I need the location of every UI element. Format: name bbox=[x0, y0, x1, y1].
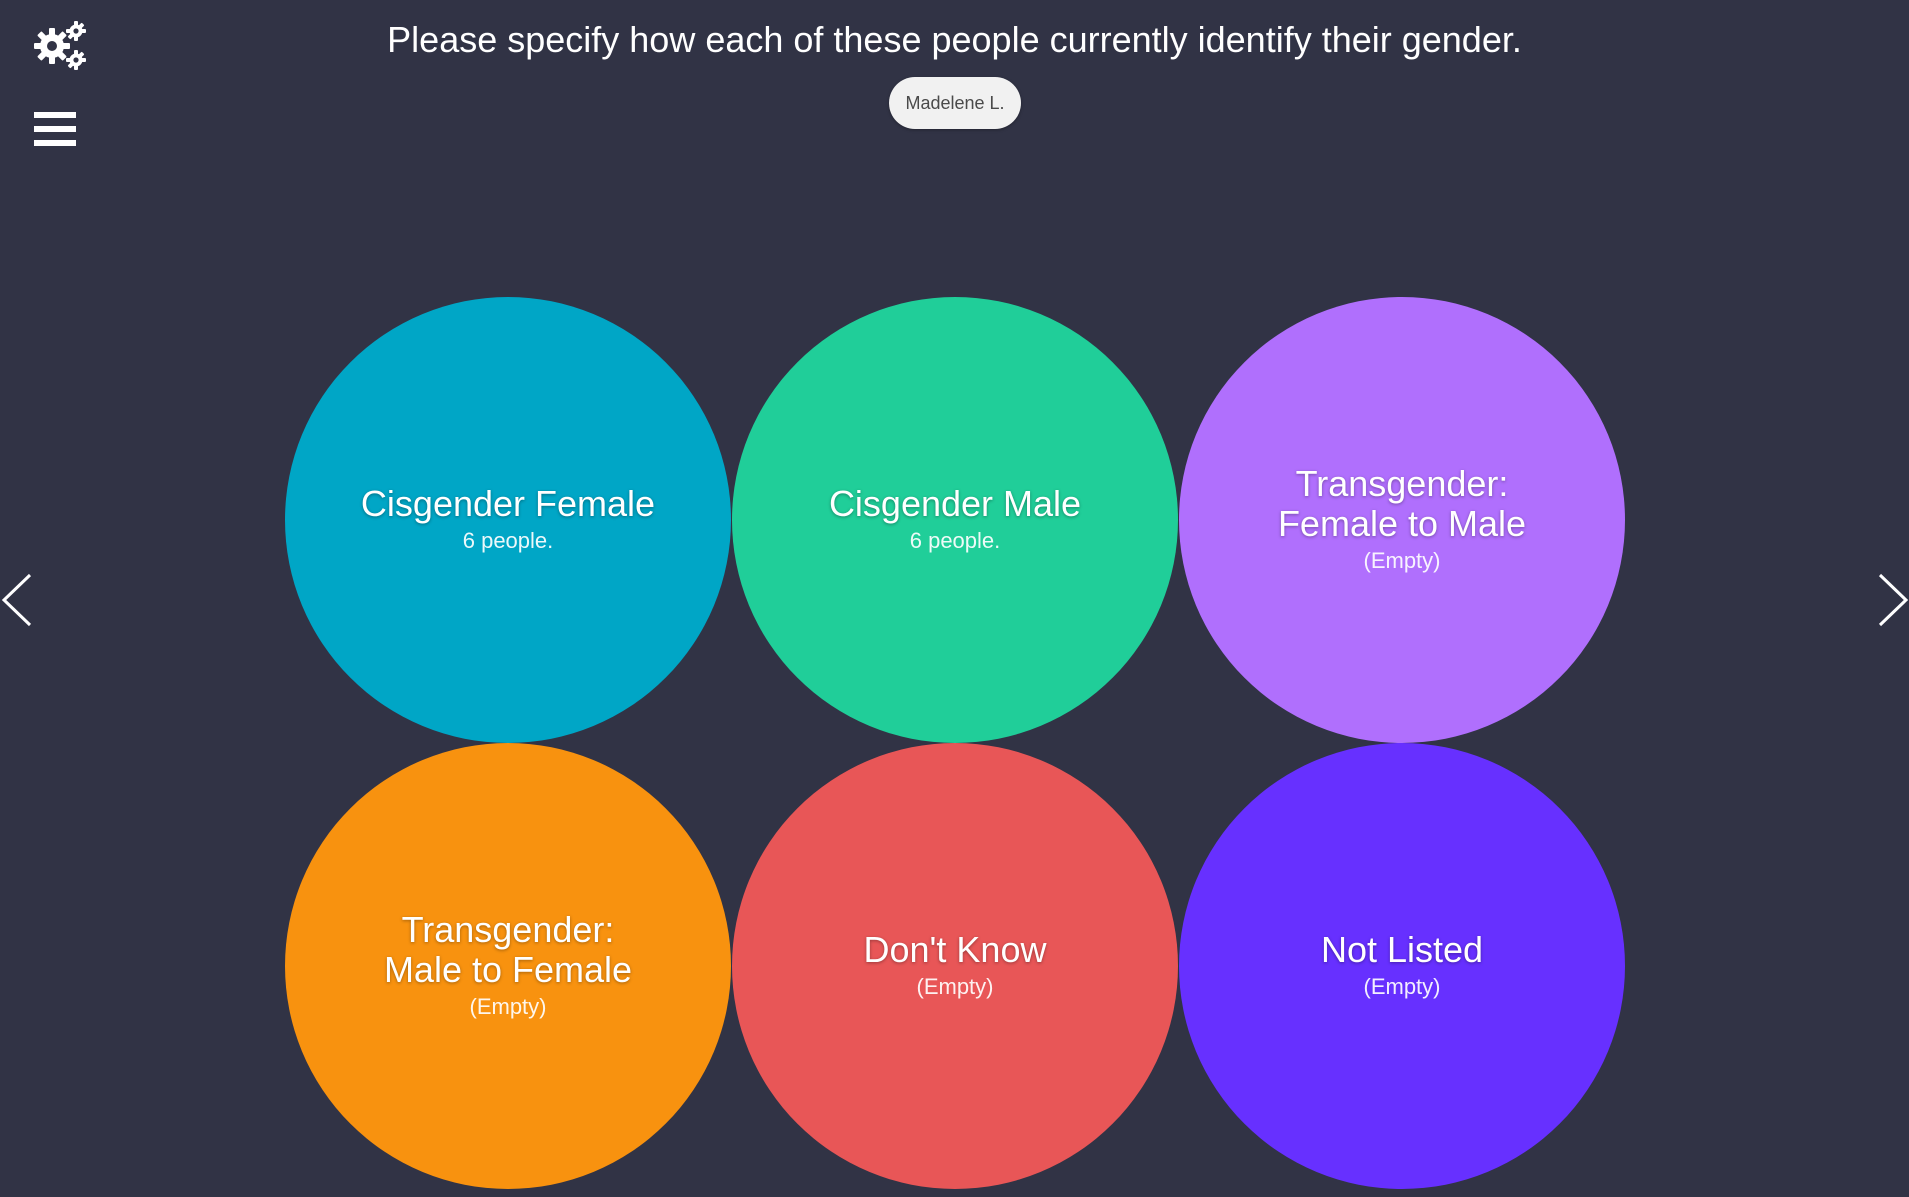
hamburger-menu-icon[interactable] bbox=[34, 110, 76, 148]
category-label: Don't Know bbox=[863, 929, 1047, 970]
person-chip[interactable]: Madelene L. bbox=[889, 77, 1021, 129]
category-count: (Empty) bbox=[916, 974, 994, 999]
category-label: Cisgender Male bbox=[828, 483, 1082, 524]
category-not-listed[interactable]: Not Listed (Empty) bbox=[1179, 743, 1625, 1189]
category-cisgender-female[interactable]: Cisgender Female 6 people. bbox=[285, 297, 731, 743]
chevron-left-icon[interactable] bbox=[0, 570, 40, 630]
category-label: Transgender: Male to Female bbox=[383, 909, 633, 990]
category-count: 6 people. bbox=[462, 528, 554, 553]
category-count: (Empty) bbox=[1363, 974, 1441, 999]
chevron-right-icon[interactable] bbox=[1874, 570, 1909, 630]
category-label: Transgender: Female to Male bbox=[1277, 463, 1527, 544]
category-transgender-male-to-female[interactable]: Transgender: Male to Female (Empty) bbox=[285, 743, 731, 1189]
prompt-title: Please specify how each of these people … bbox=[387, 19, 1522, 60]
category-count: (Empty) bbox=[1363, 548, 1441, 573]
category-count: 6 people. bbox=[909, 528, 1001, 553]
category-cisgender-male[interactable]: Cisgender Male 6 people. bbox=[732, 297, 1178, 743]
category-label: Cisgender Female bbox=[360, 483, 656, 524]
category-label: Not Listed bbox=[1320, 929, 1484, 970]
category-transgender-female-to-male[interactable]: Transgender: Female to Male (Empty) bbox=[1179, 297, 1625, 743]
category-count: (Empty) bbox=[469, 994, 547, 1019]
category-dont-know[interactable]: Don't Know (Empty) bbox=[732, 743, 1178, 1189]
